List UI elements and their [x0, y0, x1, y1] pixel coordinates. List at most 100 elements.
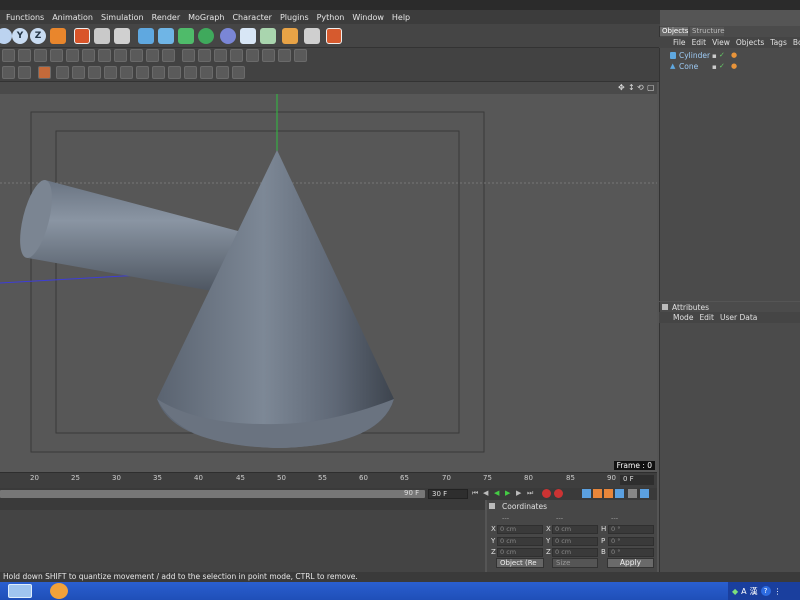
rotation-h-field[interactable]: 0 °: [608, 525, 654, 534]
om-menu-view[interactable]: View: [712, 38, 734, 47]
help-icon[interactable]: ?: [760, 586, 771, 596]
coord-system-icon[interactable]: [50, 28, 66, 44]
tool-icon[interactable]: [262, 49, 275, 62]
menu-plugins[interactable]: Plugins: [276, 13, 313, 22]
spline-pen-icon[interactable]: [158, 28, 174, 44]
size-mode-dropdown[interactable]: Size: [552, 558, 598, 568]
zoom-view-icon[interactable]: ↕: [628, 83, 635, 92]
tool-icon[interactable]: [66, 49, 79, 62]
next-key-icon[interactable]: ▶: [516, 489, 521, 497]
grid-icon[interactable]: [120, 66, 133, 79]
grid-icon[interactable]: [88, 66, 101, 79]
tool-icon[interactable]: [82, 49, 95, 62]
cinema4d-taskbar-icon[interactable]: [50, 583, 68, 599]
tool-icon[interactable]: [162, 49, 175, 62]
play-back-icon[interactable]: ◀: [494, 489, 499, 497]
phong-tag-icon[interactable]: ●: [731, 62, 737, 70]
grid-icon[interactable]: [136, 66, 149, 79]
tool-icon[interactable]: [278, 49, 291, 62]
panel-handle-icon[interactable]: [489, 503, 495, 509]
key-param-icon[interactable]: [615, 489, 624, 498]
tool-icon[interactable]: [214, 49, 227, 62]
menu-functions[interactable]: Functions: [2, 13, 48, 22]
menu-window[interactable]: Window: [348, 13, 388, 22]
attr-menu-edit[interactable]: Edit: [699, 313, 718, 322]
position-y-field[interactable]: 0 cm: [497, 537, 543, 546]
play-icon[interactable]: ▶: [505, 489, 510, 497]
size-x-field[interactable]: 0 cm: [552, 525, 598, 534]
om-menu-file[interactable]: File: [673, 38, 690, 47]
phong-tag-icon[interactable]: ●: [731, 51, 737, 59]
menu-character[interactable]: Character: [228, 13, 276, 22]
grid-icon[interactable]: [184, 66, 197, 79]
tool-icon[interactable]: [230, 49, 243, 62]
key-pla-icon[interactable]: [628, 489, 637, 498]
grid-icon[interactable]: [232, 66, 245, 79]
grid-icon[interactable]: [72, 66, 85, 79]
tool-icon[interactable]: [182, 49, 195, 62]
tray-more-icon[interactable]: ⋮: [774, 587, 782, 596]
prev-key-icon[interactable]: ◀: [483, 489, 488, 497]
mode-icon[interactable]: [18, 66, 31, 79]
timeline-icon[interactable]: [640, 489, 649, 498]
coord-mode-dropdown[interactable]: Object (Re: [496, 558, 544, 568]
tab-objects[interactable]: Objects: [660, 27, 688, 36]
om-menu-tags[interactable]: Tags: [770, 38, 791, 47]
move-view-icon[interactable]: ✥: [618, 83, 625, 92]
grid-icon[interactable]: [168, 66, 181, 79]
axis-y-button[interactable]: Y: [12, 28, 28, 44]
tool-icon[interactable]: [34, 49, 47, 62]
3d-viewport[interactable]: Frame : 0: [0, 94, 657, 472]
explorer-taskbar-icon[interactable]: [8, 584, 32, 598]
key-move-icon[interactable]: [582, 489, 591, 498]
menu-render[interactable]: Render: [148, 13, 184, 22]
timeline-ruler[interactable]: 20 25 30 35 40 45 50 55 60 65 70 75 80 8…: [0, 472, 657, 488]
tool-icon[interactable]: [246, 49, 259, 62]
snap-icon[interactable]: [38, 66, 51, 79]
grid-icon[interactable]: [152, 66, 165, 79]
rotate-view-icon[interactable]: ⟲: [637, 83, 644, 92]
tab-structure[interactable]: Structure: [690, 27, 725, 36]
apply-button[interactable]: Apply: [607, 558, 654, 568]
time-range-slider[interactable]: [0, 490, 425, 498]
visibility-dots-icon[interactable]: ▪: [712, 63, 717, 71]
position-z-field[interactable]: 0 cm: [497, 548, 543, 557]
tool-icon[interactable]: [130, 49, 143, 62]
menu-simulation[interactable]: Simulation: [97, 13, 148, 22]
right-frame-field[interactable]: 0 F: [620, 475, 654, 485]
network-icon[interactable]: ◆: [732, 587, 738, 596]
menu-animation[interactable]: Animation: [48, 13, 97, 22]
render-view-icon[interactable]: [74, 28, 90, 44]
size-z-field[interactable]: 0 cm: [552, 548, 598, 557]
grid-icon[interactable]: [104, 66, 117, 79]
object-row-cone[interactable]: ▲ Cone ▪ ✓ ●: [663, 62, 800, 72]
size-y-field[interactable]: 0 cm: [552, 537, 598, 546]
go-start-icon[interactable]: ⏮: [472, 489, 478, 498]
render-settings-icon[interactable]: [114, 28, 130, 44]
scene-object-icon[interactable]: [240, 28, 256, 44]
light-icon[interactable]: [304, 28, 320, 44]
attr-menu-mode[interactable]: Mode: [673, 313, 697, 322]
key-rotate-icon[interactable]: [593, 489, 602, 498]
render-picture-viewer-icon[interactable]: [94, 28, 110, 44]
menu-python[interactable]: Python: [313, 13, 349, 22]
attr-menu-user-data[interactable]: User Data: [720, 313, 761, 322]
tool-icon[interactable]: [114, 49, 127, 62]
environment-icon[interactable]: [260, 28, 276, 44]
rotation-p-field[interactable]: 0 °: [608, 537, 654, 546]
rotation-b-field[interactable]: 0 °: [608, 548, 654, 557]
record-icon[interactable]: [326, 28, 342, 44]
go-end-icon[interactable]: ⏭: [527, 489, 533, 498]
key-scale-icon[interactable]: [604, 489, 613, 498]
om-menu-bookmarks[interactable]: Bo: [793, 38, 800, 47]
position-x-field[interactable]: 0 cm: [497, 525, 543, 534]
om-menu-edit[interactable]: Edit: [692, 38, 711, 47]
current-frame-field[interactable]: 30 F: [428, 489, 468, 499]
nurbs-icon[interactable]: [178, 28, 194, 44]
maximize-view-icon[interactable]: ▢: [647, 83, 655, 92]
enabled-check-icon[interactable]: ✓: [719, 62, 725, 70]
axis-x-button[interactable]: [0, 28, 12, 44]
deformer-icon[interactable]: [220, 28, 236, 44]
tool-icon[interactable]: [294, 49, 307, 62]
grid-icon[interactable]: [216, 66, 229, 79]
